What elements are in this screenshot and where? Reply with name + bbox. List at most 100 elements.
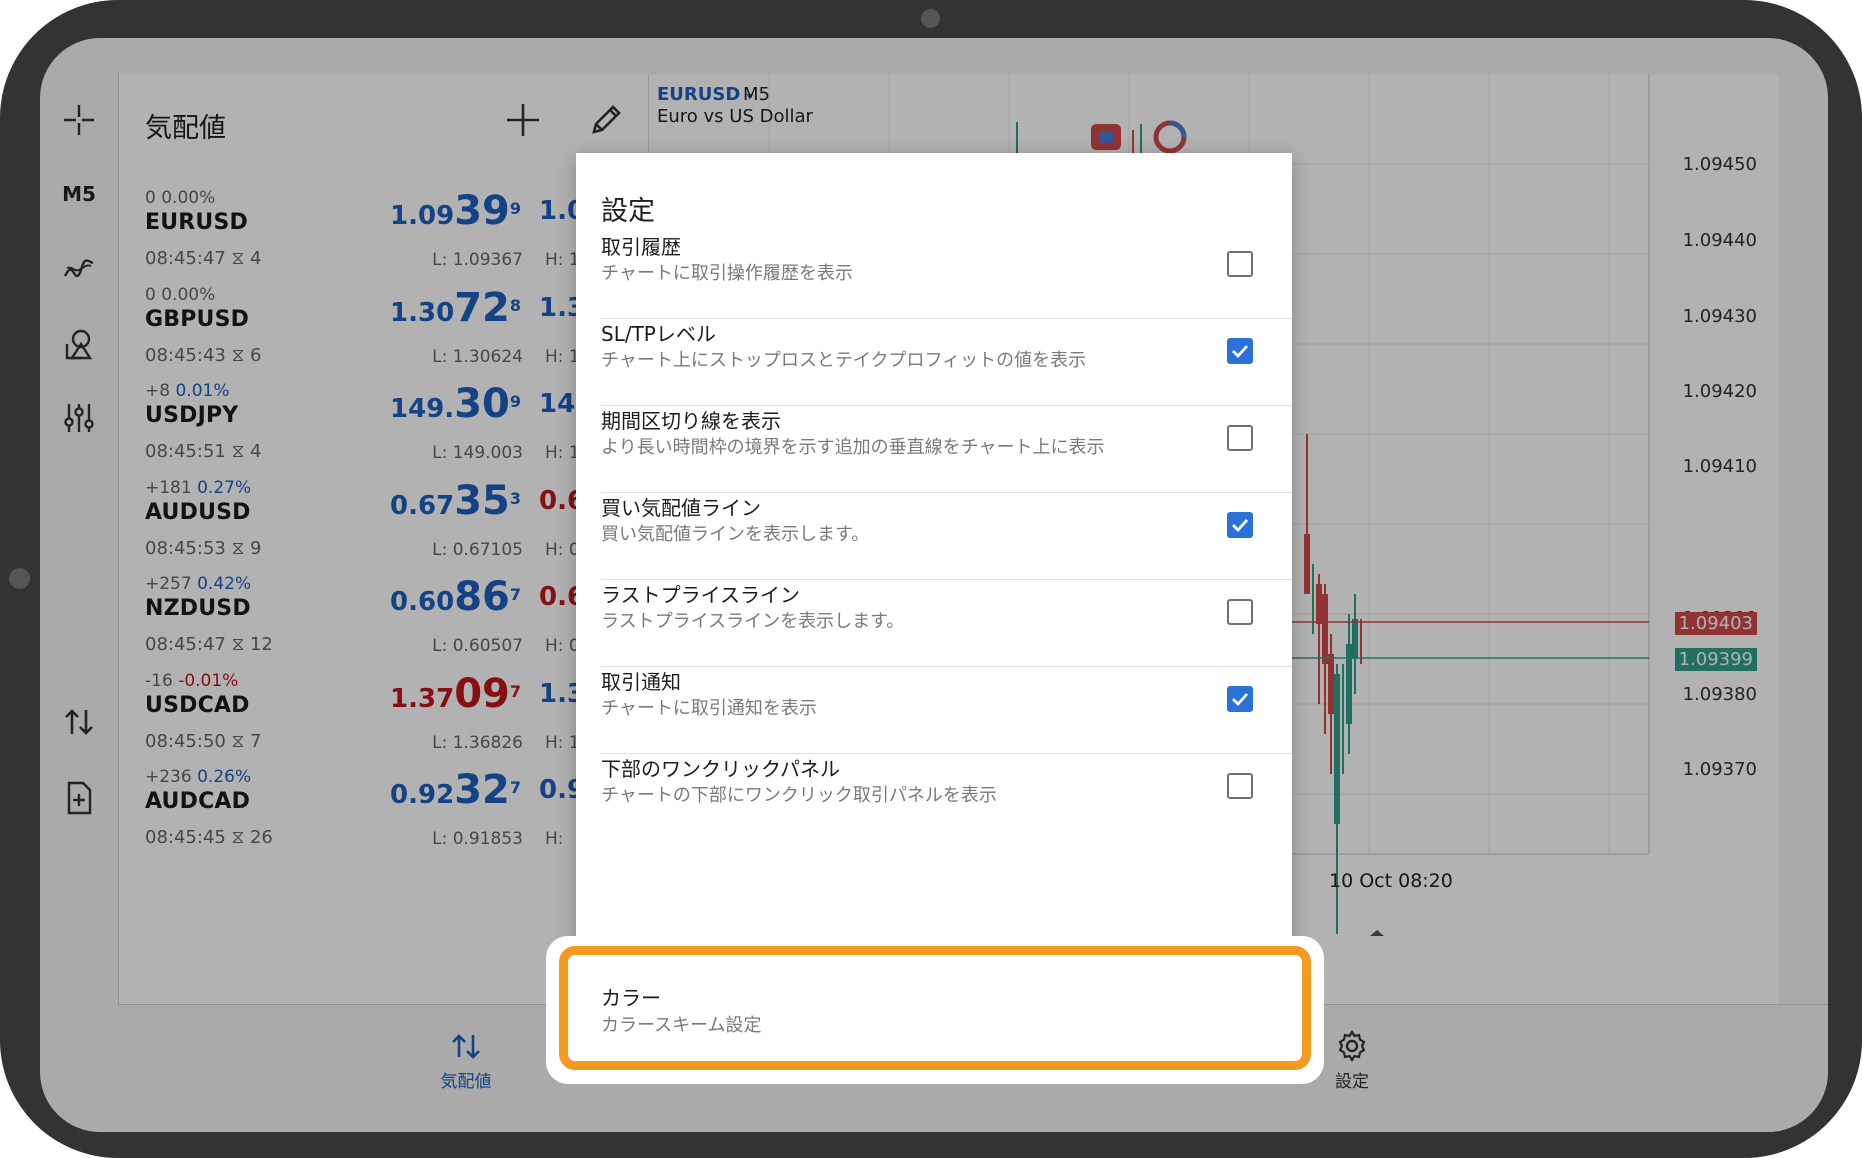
quote-row[interactable]: +236 0.26%AUDCAD08:45:45 ⧖ 260.923270.92… xyxy=(119,767,649,882)
spread-icon: ⧖ xyxy=(231,538,245,559)
chart-timeframe: M5 xyxy=(743,84,770,105)
new-order-icon[interactable] xyxy=(40,768,118,828)
spread-icon: ⧖ xyxy=(231,345,245,366)
quote-time: 08:45:47 ⧖ 4 xyxy=(145,248,262,269)
tab-quotes-label: 気配値 xyxy=(440,1072,492,1092)
price-axis-label: 1.09370 xyxy=(1682,759,1757,780)
price-axis-label: 1.09440 xyxy=(1682,230,1757,251)
option-checkbox[interactable] xyxy=(1227,338,1253,364)
option-checkbox[interactable] xyxy=(1227,251,1253,277)
option-title: 取引履歴 xyxy=(601,235,681,259)
option-checkbox[interactable] xyxy=(1227,773,1253,799)
checkmark-icon xyxy=(1232,345,1249,359)
objects-icon[interactable] xyxy=(40,314,118,374)
quote-change: +257 0.42% xyxy=(145,574,252,594)
price-axis-label: 1.09380 xyxy=(1682,684,1757,705)
quote-low: L: 0.91853 xyxy=(432,829,523,849)
color-option-description: カラースキーム設定 xyxy=(601,1015,762,1036)
quote-bid[interactable]: 1.09399 xyxy=(390,188,521,234)
spread-icon: ⧖ xyxy=(231,441,245,462)
option-title: 期間区切り線を表示 xyxy=(601,409,781,433)
quote-symbol: EURUSD xyxy=(145,210,249,235)
quote-time: 08:45:50 ⧖ 7 xyxy=(145,731,262,752)
quote-time: 08:45:47 ⧖ 12 xyxy=(145,634,273,655)
quote-symbol: USDJPY xyxy=(145,403,239,428)
bid-price-tag: 1.09403 xyxy=(1674,612,1757,635)
quote-low: L: 1.09367 xyxy=(432,250,523,270)
option-description: チャートの下部にワンクリック取引パネルを表示 xyxy=(601,785,997,806)
quote-low: L: 1.36826 xyxy=(432,733,523,753)
quote-time: 08:45:51 ⧖ 4 xyxy=(145,441,262,462)
quote-bid[interactable]: 0.92327 xyxy=(390,767,521,813)
time-axis-label: 10 Oct 08:20 xyxy=(1329,870,1453,892)
option-description: チャートに取引通知を表示 xyxy=(601,698,817,719)
quote-bid[interactable]: 0.60867 xyxy=(390,574,521,620)
quote-symbol: AUDUSD xyxy=(145,500,251,525)
timeframe-button[interactable]: M5 xyxy=(40,164,118,224)
timeframe-label: M5 xyxy=(62,182,96,206)
edit-pencil-icon[interactable] xyxy=(586,100,626,140)
price-axis-label: 1.09420 xyxy=(1682,381,1757,402)
left-toolbar: M5 xyxy=(40,38,118,1004)
spread-icon: ⧖ xyxy=(231,634,245,655)
tab-settings-label: 設定 xyxy=(1335,1072,1369,1092)
checkmark-icon xyxy=(1232,693,1249,707)
tab-quotes[interactable]: 気配値 xyxy=(406,1029,526,1092)
option-description: 買い気配値ラインを表示します。 xyxy=(601,524,870,545)
quotes-arrows-icon xyxy=(452,1034,480,1059)
trade-arrows-icon[interactable] xyxy=(40,692,118,752)
quote-symbol: GBPUSD xyxy=(145,307,250,332)
color-option[interactable] xyxy=(559,946,1311,1070)
option-description: チャートに取引操作履歴を表示 xyxy=(601,263,853,284)
spread-icon: ⧖ xyxy=(231,248,245,269)
quote-time: 08:45:43 ⧖ 6 xyxy=(145,345,262,366)
sliders-icon[interactable] xyxy=(40,388,118,448)
checkmark-icon xyxy=(1232,519,1249,533)
option-checkbox[interactable] xyxy=(1227,425,1253,451)
option-title: ラストプライスライン xyxy=(601,583,800,607)
price-axis-label: 1.09410 xyxy=(1682,456,1757,477)
option-description: チャート上にストップロスとテイクプロフィットの値を表示 xyxy=(601,350,1087,371)
quote-bid[interactable]: 149.309 xyxy=(390,381,521,427)
settings-dialog: 設定 取引履歴 チャートに取引操作履歴を表示 SL/TPレベル チャート上にストップロ… xyxy=(576,153,1292,983)
camera-dot xyxy=(921,9,940,28)
option-checkbox[interactable] xyxy=(1227,512,1253,538)
option-description: より長い時間枠の境界を示す追加の垂直線をチャート上に表示 xyxy=(601,437,1105,458)
quote-low: L: 149.003 xyxy=(432,443,523,463)
quote-high: H: xyxy=(545,829,564,849)
option-checkbox[interactable] xyxy=(1227,599,1253,625)
quote-symbol: USDCAD xyxy=(145,693,250,718)
gear-icon xyxy=(1338,1029,1366,1063)
quote-low: L: 0.60507 xyxy=(432,636,523,656)
price-axis-label: 1.09430 xyxy=(1682,306,1757,327)
option-description: ラストプライスラインを表示します。 xyxy=(601,611,905,632)
ask-price-tag: 1.09399 xyxy=(1674,648,1757,671)
color-option-title: カラー xyxy=(601,986,661,1010)
settings-option[interactable]: 下部のワンクリックパネル チャートの下部にワンクリック取引パネルを表示 xyxy=(576,737,1292,841)
quote-time: 08:45:45 ⧖ 26 xyxy=(145,827,273,848)
quote-change: +8 0.01% xyxy=(145,381,230,401)
side-button-dot xyxy=(9,568,30,589)
option-title: 取引通知 xyxy=(601,670,681,694)
quote-change: 0 0.00% xyxy=(145,188,216,208)
quote-time: 08:45:53 ⧖ 9 xyxy=(145,538,262,559)
quote-change: 0 0.00% xyxy=(145,285,216,305)
spread-icon: ⧖ xyxy=(231,827,245,848)
option-checkbox[interactable] xyxy=(1227,686,1253,712)
quotes-panel: 気配値 0 0.00%EURUSD08:45:47 ⧖ 41.093991.09… xyxy=(118,74,649,1004)
quote-low: L: 1.30624 xyxy=(432,347,523,367)
quote-bid[interactable]: 1.30728 xyxy=(390,285,521,331)
spread-icon: ⧖ xyxy=(231,731,245,752)
chart-symbol-name: Euro vs US Dollar xyxy=(657,106,813,127)
quote-bid[interactable]: 0.67353 xyxy=(390,478,521,524)
quote-symbol: AUDCAD xyxy=(145,789,251,814)
crosshair-icon[interactable] xyxy=(40,90,118,150)
add-symbol-icon[interactable] xyxy=(503,100,543,140)
price-axis-label: 1.09450 xyxy=(1682,154,1757,175)
quote-change: +236 0.26% xyxy=(145,767,252,787)
chart-symbol[interactable]: EURUSD ▾ xyxy=(657,84,753,105)
option-title: 買い気配値ライン xyxy=(601,496,761,520)
quote-bid[interactable]: 1.37097 xyxy=(390,671,521,717)
indicators-icon[interactable] xyxy=(40,238,118,298)
quote-change: -16 -0.01% xyxy=(145,671,239,691)
